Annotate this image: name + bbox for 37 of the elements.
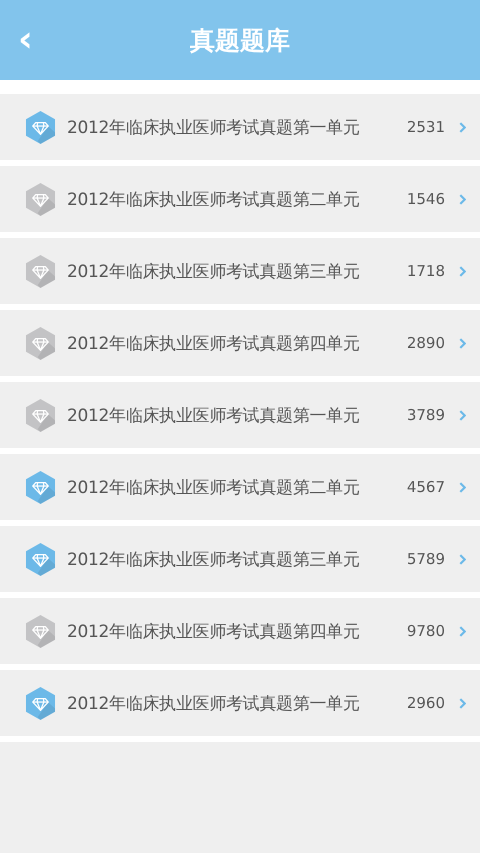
item-title: 2012年临床执业医师考试真题第二单元	[67, 188, 361, 210]
item-title: 2012年临床执业医师考试真题第一单元	[67, 116, 361, 138]
question-count: 1546	[406, 190, 445, 208]
question-count: 1718	[406, 262, 445, 280]
page-title: 真题题库	[190, 24, 290, 56]
chevron-icon	[459, 410, 466, 420]
question-count: 9780	[406, 622, 445, 640]
chevron-icon	[459, 122, 466, 132]
chevron-icon	[459, 194, 466, 204]
item-title: 2012年临床执业医师考试真题第一单元	[67, 404, 361, 426]
item-title: 2012年临床执业医师考试真题第四单元	[67, 332, 361, 354]
list-item[interactable]: 2012年临床执业医师考试真题第二单元 1546	[0, 166, 480, 232]
chevron-icon	[459, 698, 466, 708]
list-item[interactable]: 2012年临床执业医师考试真题第二单元 4567	[0, 454, 480, 520]
list-item[interactable]: 2012年临床执业医师考试真题第一单元 2960	[0, 670, 480, 736]
list-item[interactable]: 2012年临床执业医师考试真题第一单元 3789	[0, 382, 480, 448]
question-count: 2960	[406, 694, 445, 712]
item-title: 2012年临床执业医师考试真题第四单元	[67, 620, 361, 642]
question-count: 3789	[406, 406, 445, 424]
question-count: 2531	[406, 118, 445, 136]
list-item[interactable]: 2012年临床执业医师考试真题第四单元 2890	[0, 310, 480, 376]
list-item[interactable]: 2012年临床执业医师考试真题第三单元 1718	[0, 238, 480, 304]
question-count: 2890	[406, 334, 445, 352]
question-count: 4567	[406, 478, 445, 496]
chevron-icon	[459, 554, 466, 564]
chevron-icon	[459, 482, 466, 492]
chevron-icon	[459, 626, 466, 636]
list-item[interactable]: 2012年临床执业医师考试真题第三单元 5789	[0, 526, 480, 592]
item-title: 2012年临床执业医师考试真题第三单元	[67, 548, 361, 570]
list-item[interactable]: 2012年临床执业医师考试真题第一单元 2531	[0, 94, 480, 160]
list-item[interactable]: 2012年临床执业医师考试真题第四单元 9780	[0, 598, 480, 664]
item-title: 2012年临床执业医师考试真题第二单元	[67, 476, 361, 498]
question-count: 5789	[406, 550, 445, 568]
item-title: 2012年临床执业医师考试真题第一单元	[67, 692, 361, 714]
item-title: 2012年临床执业医师考试真题第三单元	[67, 260, 361, 282]
chevron-icon	[459, 266, 466, 276]
chevron-icon	[459, 338, 466, 348]
